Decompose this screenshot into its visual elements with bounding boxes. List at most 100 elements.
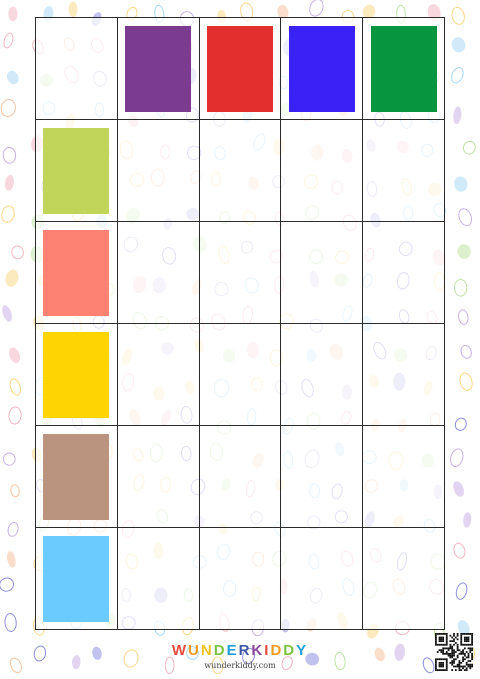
qr-module <box>449 647 452 650</box>
qr-module <box>444 633 446 635</box>
qr-module <box>462 633 464 635</box>
easter-egg-icon <box>450 448 464 468</box>
purple-swatch <box>125 25 192 112</box>
easter-egg-icon <box>9 378 21 396</box>
grid-row <box>35 323 445 426</box>
qr-module <box>440 661 443 664</box>
footer-url[interactable]: wunderkiddy.com <box>0 661 480 670</box>
qr-module <box>463 658 466 661</box>
qr-module <box>471 636 473 639</box>
qr-module <box>435 636 437 639</box>
qr-module <box>451 640 454 643</box>
empty-cell[interactable] <box>362 425 445 528</box>
qr-module <box>445 638 448 641</box>
qr-module <box>471 647 473 650</box>
qr-module <box>440 658 443 661</box>
qr-module <box>436 669 439 671</box>
qr-module <box>435 661 437 664</box>
qr-module <box>453 660 455 662</box>
empty-cell[interactable] <box>280 221 364 324</box>
empty-cell[interactable] <box>280 527 364 630</box>
light-blue-swatch <box>43 535 110 622</box>
qr-module <box>469 667 472 670</box>
qr-module <box>462 652 464 655</box>
qr-module <box>465 663 468 666</box>
empty-cell[interactable] <box>280 323 364 426</box>
qr-module <box>453 658 455 661</box>
qr-module <box>456 649 459 652</box>
easter-egg-icon <box>4 613 17 632</box>
empty-cell[interactable] <box>198 527 282 630</box>
qr-module <box>469 647 472 650</box>
empty-cell[interactable] <box>198 323 282 426</box>
empty-cell[interactable] <box>198 425 282 528</box>
salmon-swatch <box>43 229 110 316</box>
row-header-cell <box>35 425 118 528</box>
qr-module <box>435 634 437 637</box>
easter-egg-icon <box>453 106 462 125</box>
qr-module <box>442 633 445 635</box>
qr-module <box>460 643 463 646</box>
qr-module <box>445 663 448 666</box>
qr-module <box>460 665 463 668</box>
qr-module <box>467 633 470 635</box>
empty-cell[interactable] <box>116 527 200 630</box>
empty-cell[interactable] <box>116 323 200 426</box>
qr-module <box>458 669 461 671</box>
grid-row <box>35 221 445 324</box>
qr-module <box>445 634 448 637</box>
qr-module <box>456 656 459 659</box>
qr-module <box>465 636 468 639</box>
qr-module <box>471 663 473 666</box>
empty-cell[interactable] <box>198 221 282 324</box>
logo-letter: R <box>238 642 252 659</box>
logo-letter: D <box>213 642 227 659</box>
qr-module <box>471 638 473 641</box>
qr-module <box>453 643 455 646</box>
qr-module <box>438 669 441 671</box>
qr-module <box>471 665 473 668</box>
qr-module <box>447 652 450 655</box>
empty-cell[interactable] <box>362 119 445 222</box>
empty-cell[interactable] <box>362 221 445 324</box>
qr-module <box>458 660 461 662</box>
logo-letter: Y <box>296 642 309 659</box>
qr-module <box>465 643 468 646</box>
qr-module <box>465 667 468 670</box>
logo-letter: W <box>171 642 189 659</box>
qr-module <box>436 633 439 635</box>
qr-module <box>467 652 470 655</box>
qr-module <box>456 634 459 637</box>
easter-egg-icon <box>7 70 19 85</box>
empty-cell[interactable] <box>198 119 282 222</box>
qr-module <box>471 658 473 661</box>
grid-row <box>35 119 445 222</box>
qr-module <box>451 651 454 653</box>
qr-module <box>465 633 468 635</box>
easter-egg-icon <box>451 67 464 84</box>
empty-cell[interactable] <box>280 119 364 222</box>
qr-module <box>451 660 454 662</box>
easter-egg-icon <box>457 244 471 259</box>
qr-module <box>451 661 454 664</box>
qr-module <box>435 665 437 668</box>
empty-cell[interactable] <box>362 527 445 630</box>
qr-module <box>445 660 448 662</box>
qr-module <box>467 663 470 666</box>
empty-cell[interactable] <box>280 425 364 528</box>
qr-module <box>454 636 457 639</box>
empty-cell[interactable] <box>116 119 200 222</box>
row-header-cell <box>35 221 118 324</box>
empty-cell[interactable] <box>116 221 200 324</box>
qr-module <box>445 665 448 668</box>
green-swatch <box>370 25 437 112</box>
qr-module <box>440 638 443 641</box>
header-row <box>35 17 445 120</box>
qr-module <box>460 652 463 655</box>
easter-egg-icon <box>1 205 15 223</box>
easter-egg-icon <box>453 481 464 497</box>
empty-cell[interactable] <box>116 425 200 528</box>
empty-cell[interactable] <box>362 323 445 426</box>
qr-module <box>462 643 464 646</box>
easter-egg-icon <box>463 512 472 528</box>
